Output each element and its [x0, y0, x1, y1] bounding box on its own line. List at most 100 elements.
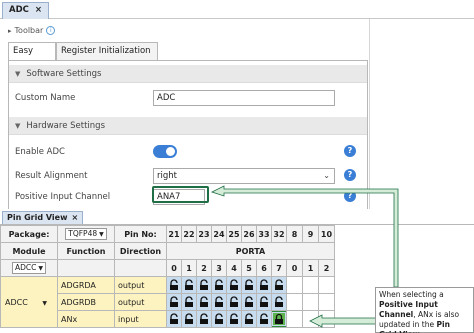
result-alignment-select[interactable]: right ⌄	[153, 168, 335, 184]
function-header: Function	[57, 242, 115, 260]
direction-cell: output	[114, 293, 167, 311]
toolbar-label: Toolbar	[14, 26, 44, 35]
pin-cell[interactable]	[302, 293, 319, 311]
pin-cell[interactable]	[256, 293, 272, 311]
port-bit: 2	[196, 259, 212, 277]
pin-cell[interactable]	[181, 293, 197, 311]
pin-cell[interactable]	[196, 276, 212, 294]
direction-cell: output	[114, 276, 167, 294]
pin-cell[interactable]	[166, 310, 182, 328]
enable-adc-toggle[interactable]	[153, 145, 177, 158]
lock-open-icon	[213, 296, 225, 308]
table-row: ADCC ▼ ADGRDA output	[0, 276, 335, 328]
module-cell[interactable]: ADCC ▼	[0, 276, 58, 328]
lock-open-icon	[243, 296, 255, 308]
pin-cell[interactable]	[241, 310, 257, 328]
port-bit: 7	[271, 259, 287, 277]
lock-open-icon	[228, 313, 240, 325]
pin-cell[interactable]	[318, 293, 335, 311]
pin-cell[interactable]	[302, 310, 319, 328]
lock-open-icon	[243, 313, 255, 325]
pin-cell[interactable]	[226, 276, 242, 294]
port-bit: 2	[318, 259, 335, 277]
tab-register-initialization[interactable]: Register Initialization	[56, 42, 158, 60]
pin-cell[interactable]	[226, 310, 242, 328]
pin-grid-table-wrapper: Package: TQFP48 ▼ Pin No: 21 22 23 24 25 …	[0, 225, 335, 328]
pin-cell[interactable]	[211, 310, 227, 328]
close-icon[interactable]: ×	[35, 5, 42, 15]
pin-number: 32	[271, 225, 287, 243]
lock-open-icon	[183, 313, 195, 325]
pin-number: 22	[181, 225, 197, 243]
lock-open-icon	[183, 296, 195, 308]
custom-name-field[interactable]: ADC	[153, 90, 335, 106]
info-icon[interactable]: i	[46, 26, 56, 35]
pin-cell[interactable]	[256, 310, 272, 328]
port-bit: 0	[166, 259, 182, 277]
module-filter-cell[interactable]: ADCC ▼	[0, 259, 58, 277]
lock-open-icon	[168, 296, 180, 308]
pin-number: 10	[318, 225, 335, 243]
package-cell[interactable]: TQFP48 ▼	[57, 225, 115, 243]
pin-number: 9	[302, 225, 319, 243]
lock-open-icon	[273, 296, 285, 308]
pin-cell[interactable]	[211, 293, 227, 311]
pin-cell[interactable]	[302, 276, 319, 294]
module-header: Module	[0, 242, 58, 260]
caret-down-icon: ▼	[15, 70, 21, 78]
tab-easy-view[interactable]: Easy View	[8, 42, 56, 72]
pin-cell[interactable]	[318, 310, 335, 328]
toolbar-toggle[interactable]: ▸ Toolbar i	[8, 24, 56, 38]
port-label: PORTA	[166, 242, 335, 260]
pin-cell[interactable]	[256, 276, 272, 294]
pin-number: 25	[226, 225, 242, 243]
lock-open-icon	[273, 279, 285, 291]
pin-cell[interactable]	[166, 276, 182, 294]
module-filter-select[interactable]: ADCC ▼	[11, 262, 46, 274]
port-bit: 3	[211, 259, 227, 277]
pin-cell[interactable]	[226, 293, 242, 311]
package-value: TQFP48	[68, 229, 98, 238]
adc-tab[interactable]: ADC ×	[2, 2, 49, 19]
pin-cell[interactable]	[181, 310, 197, 328]
pin-cell[interactable]	[271, 293, 287, 311]
pin-cell[interactable]	[286, 310, 303, 328]
lock-open-icon	[168, 279, 180, 291]
package-select[interactable]: TQFP48 ▼	[65, 228, 107, 240]
callout-note: When selecting a Positive Input Channel,…	[375, 287, 474, 333]
pin-cell[interactable]	[271, 276, 287, 294]
hardware-settings-header[interactable]: ▼ Hardware Settings	[9, 117, 367, 135]
pin-cell[interactable]	[196, 310, 212, 328]
lock-open-icon	[198, 296, 210, 308]
pin-number: 21	[166, 225, 182, 243]
adc-tabstrip: ADC ×	[0, 0, 474, 19]
pin-cell[interactable]	[318, 276, 335, 294]
enable-adc-label: Enable ADC	[15, 147, 65, 157]
positive-input-label: Positive Input Channel	[15, 192, 111, 202]
pin-cell[interactable]	[286, 276, 303, 294]
pin-cell[interactable]	[181, 276, 197, 294]
pin-cell[interactable]	[286, 293, 303, 311]
pin-cell[interactable]	[166, 293, 182, 311]
result-alignment-label: Result Alignment	[15, 171, 88, 181]
close-icon[interactable]: ×	[71, 213, 78, 222]
help-icon[interactable]: ?	[344, 169, 356, 181]
help-icon[interactable]: ?	[344, 145, 356, 157]
pin-cell[interactable]	[196, 293, 212, 311]
pin-cell[interactable]	[241, 276, 257, 294]
software-settings-header[interactable]: ▼ Software Settings	[9, 65, 367, 83]
caret-down-icon: ▼	[42, 299, 47, 307]
pin-cell-selected[interactable]	[271, 310, 287, 328]
lock-closed-icon	[272, 311, 286, 327]
lock-open-icon	[258, 296, 270, 308]
port-bit: 5	[241, 259, 257, 277]
help-icon[interactable]: ?	[344, 190, 356, 202]
port-bit: 0	[286, 259, 303, 277]
pin-grid-view-tab[interactable]: Pin Grid View ×	[2, 211, 84, 225]
port-bit: 1	[302, 259, 319, 277]
highlight-positive-input	[152, 186, 209, 203]
module-filter-value: ADCC	[14, 263, 37, 272]
pin-cell[interactable]	[211, 276, 227, 294]
pin-cell[interactable]	[241, 293, 257, 311]
result-alignment-value: right	[157, 171, 177, 181]
